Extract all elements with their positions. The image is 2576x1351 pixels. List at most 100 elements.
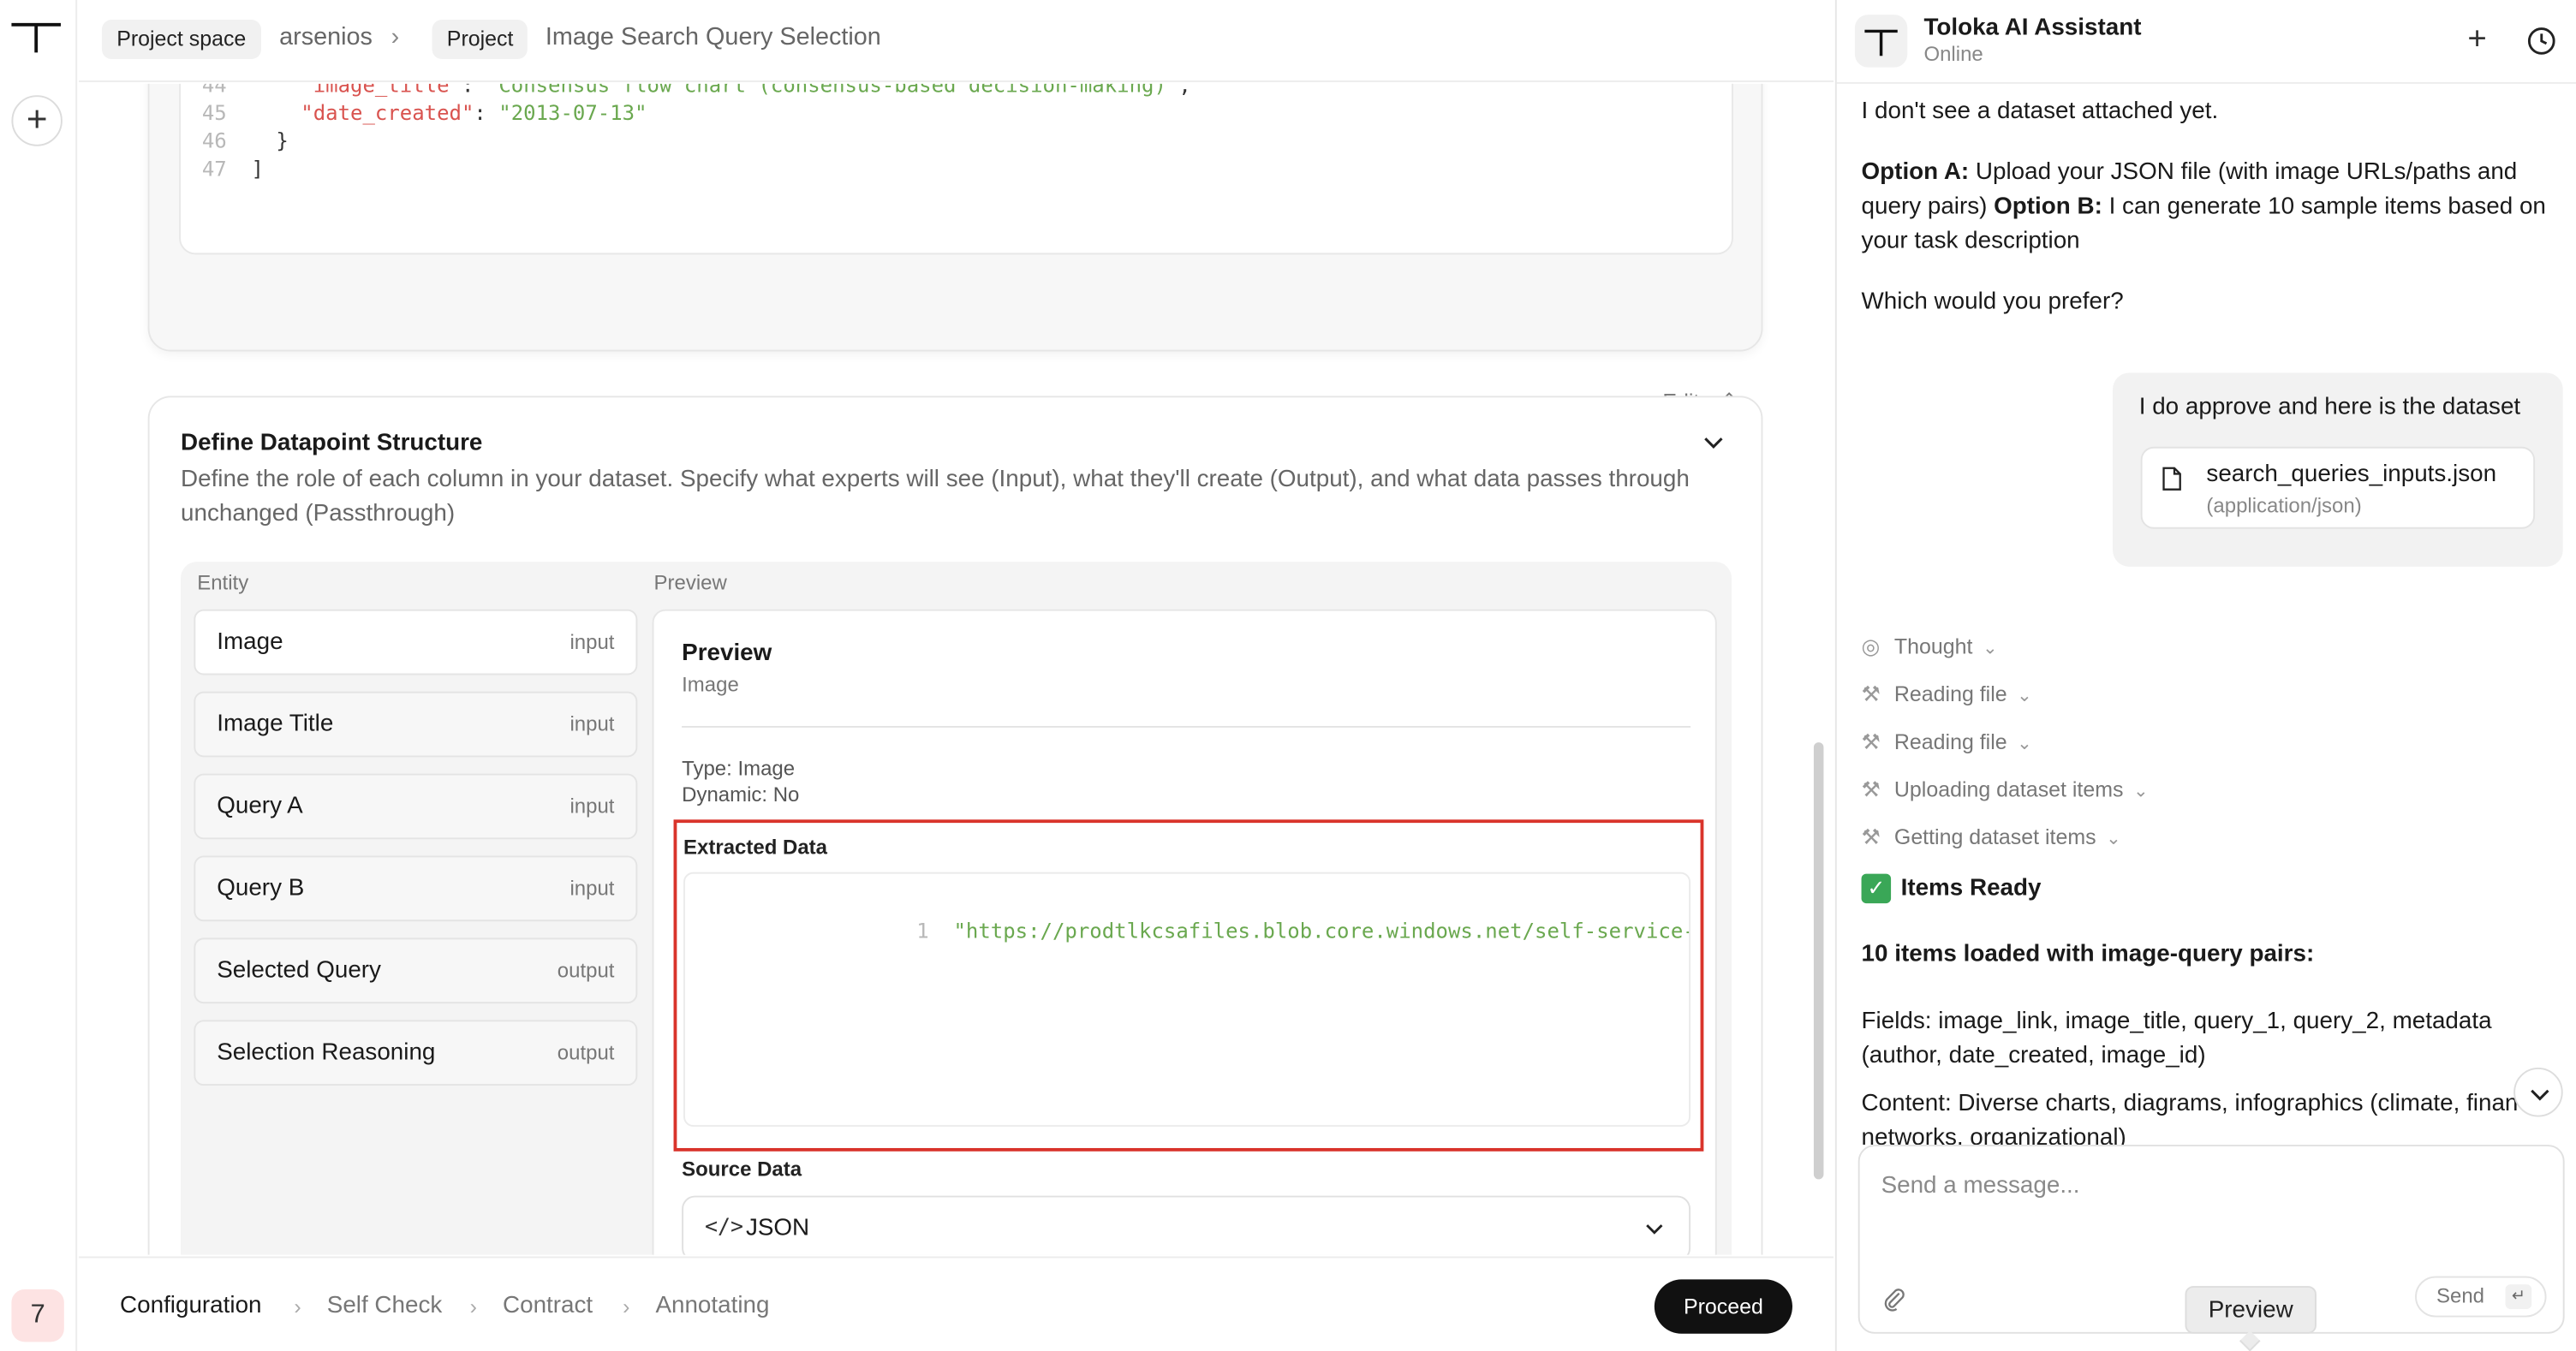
- breadcrumb-project-name: Image Search Query Selection: [545, 22, 881, 51]
- send-label: Send: [2436, 1284, 2485, 1308]
- section-title: Define Datapoint Structure: [181, 430, 483, 457]
- attachment-card[interactable]: search_queries_inputs.json (application/…: [2140, 446, 2536, 529]
- tool-step-label: Uploading dataset items: [1893, 777, 2124, 802]
- toloka-logo-icon[interactable]: [10, 16, 63, 56]
- entity-column-header: Entity: [197, 571, 249, 595]
- assistant-header: Toloka AI Assistant Online +: [1836, 0, 2576, 84]
- entity-item[interactable]: Selected Query output: [194, 937, 638, 1004]
- entity-item[interactable]: Image Title input: [194, 691, 638, 758]
- user-avatar[interactable]: 7: [11, 1289, 64, 1342]
- attachment-type: (application/json): [2206, 494, 2362, 518]
- entity-name: Image: [217, 628, 283, 656]
- tool-step[interactable]: ⚒ Getting dataset items ⌄: [1862, 824, 2121, 854]
- preview-column-header: Preview: [653, 571, 727, 595]
- new-project-button[interactable]: +: [11, 95, 63, 146]
- step-bar: Configuration › Self Check › Contract › …: [79, 1256, 1834, 1351]
- extracted-data-line: 1 "https://prodtlkcsafiles.blob.core.wind…: [685, 894, 1689, 943]
- entity-type: input: [569, 795, 615, 818]
- entity-item[interactable]: Image input: [194, 609, 638, 676]
- code-text: }: [251, 128, 289, 153]
- entity-item[interactable]: Selection Reasoning output: [194, 1020, 638, 1086]
- json-key: "date_created": [301, 100, 474, 125]
- step-separator: ›: [623, 1294, 630, 1319]
- breadcrumb-separator: ›: [391, 22, 400, 51]
- file-icon: [2162, 467, 2181, 491]
- json-code-viewer: 42 "image_id": "img-0005",43 "image_link…: [179, 83, 1733, 255]
- preview-tooltip: Preview: [2185, 1286, 2317, 1334]
- tool-step[interactable]: ⚒ Uploading dataset items ⌄: [1862, 777, 2149, 806]
- items-ready-title: Items Ready: [1900, 875, 2042, 902]
- datapoint-structure-card: Define Datapoint Structure Define the ro…: [147, 396, 1763, 1255]
- step-separator: ›: [469, 1294, 477, 1319]
- tool-step-label: Reading file: [1893, 681, 2007, 706]
- tool-step[interactable]: ◎ Thought ⌄: [1862, 634, 1998, 664]
- extracted-data-viewer[interactable]: 1 "https://prodtlkcsafiles.blob.core.wind…: [683, 872, 1691, 1128]
- dynamic-info: Dynamic: No: [682, 783, 800, 806]
- line-number: 45: [201, 100, 227, 125]
- assistant-message-options: Option A: Upload your JSON file (with im…: [1862, 156, 2552, 259]
- wrench-icon: ⚒: [1861, 777, 1881, 802]
- message-input[interactable]: Send a message...: [1881, 1173, 2080, 1199]
- user-message-text: I do approve and here is the dataset: [2138, 394, 2521, 421]
- enter-key-icon: ↵: [2505, 1284, 2532, 1309]
- entity-type: output: [557, 959, 615, 983]
- line-number: 47: [201, 156, 227, 182]
- entity-type: input: [569, 877, 615, 901]
- code-line: 45 "date_created": "2013-07-13": [181, 100, 647, 128]
- source-data-select[interactable]: </> JSON: [682, 1195, 1691, 1255]
- entity-item[interactable]: Query A input: [194, 773, 638, 840]
- proceed-button[interactable]: Proceed: [1654, 1279, 1792, 1334]
- assistant-name: Toloka AI Assistant: [1923, 15, 2142, 41]
- attachment-name: search_queries_inputs.json: [2206, 461, 2497, 488]
- breadcrumb-workspace[interactable]: arsenios: [279, 23, 373, 51]
- json-key: "image_title": [301, 83, 462, 98]
- breadcrumb-project[interactable]: Project: [432, 20, 528, 60]
- items-ready-heading: ✓ Items Ready: [1861, 873, 2042, 904]
- step-separator: ›: [294, 1294, 301, 1319]
- assistant-message: I don't see a dataset attached yet.: [1861, 98, 2219, 125]
- tool-step[interactable]: ⚒ Reading file ⌄: [1862, 729, 2032, 759]
- chevron-down-icon[interactable]: [1702, 431, 1725, 454]
- paperclip-icon[interactable]: [1881, 1286, 1908, 1312]
- items-loaded-text: 10 items loaded with image-query pairs:: [1861, 941, 2315, 967]
- step-configuration[interactable]: Configuration: [120, 1293, 261, 1319]
- json-value: "Consensus flow chart (consensus-based d…: [486, 83, 1179, 98]
- preview-title: Preview: [682, 640, 772, 667]
- type-info: Type: Image: [682, 757, 796, 781]
- entity-name: Selected Query: [217, 957, 381, 985]
- chevron-down-icon: ⌄: [2017, 734, 2032, 754]
- step-annotating[interactable]: Annotating: [655, 1293, 769, 1319]
- brain-icon: ◎: [1861, 634, 1881, 659]
- source-data-value: JSON: [745, 1215, 810, 1242]
- chevron-down-icon: ⌄: [2017, 686, 2032, 706]
- new-chat-button[interactable]: +: [2467, 21, 2486, 59]
- app-root: + 7 Project space arsenios › Project Ima…: [0, 0, 2576, 1351]
- extracted-data-label: Extracted Data: [683, 836, 828, 860]
- code-line: 46 }: [181, 128, 289, 157]
- check-icon: ✓: [1861, 873, 1892, 904]
- option-a-label: Option A:: [1861, 159, 1970, 186]
- line-number: 1: [916, 918, 929, 943]
- step-contract[interactable]: Contract: [503, 1293, 593, 1319]
- main-content: 42 "image_id": "img-0005",43 "image_link…: [79, 83, 1834, 1255]
- entity-item[interactable]: Query B input: [194, 855, 638, 922]
- wrench-icon: ⚒: [1861, 681, 1881, 706]
- dataset-json-card: 42 "image_id": "img-0005",43 "image_link…: [147, 83, 1763, 414]
- scroll-down-button[interactable]: [2513, 1067, 2563, 1117]
- history-clock-icon[interactable]: [2526, 27, 2556, 57]
- code-text: ]: [251, 156, 264, 182]
- chevron-down-icon: ⌄: [1982, 639, 1998, 659]
- main-scrollbar[interactable]: [1813, 742, 1824, 1180]
- assistant-status: Online: [1923, 42, 1983, 66]
- breadcrumb-project-space[interactable]: Project space: [101, 20, 261, 60]
- tool-step-label: Thought: [1893, 634, 1973, 659]
- fields-text: Fields: image_link, image_title, query_1…: [1861, 1008, 2492, 1069]
- assistant-avatar: [1854, 15, 1908, 68]
- json-punct: ,: [1178, 83, 1191, 98]
- send-button[interactable]: Send ↵: [2415, 1276, 2547, 1318]
- entity-type: input: [569, 712, 615, 736]
- tool-step[interactable]: ⚒ Reading file ⌄: [1862, 681, 2032, 711]
- step-self-check[interactable]: Self Check: [327, 1293, 443, 1319]
- preview-pane: Preview Image Type: Image Dynamic: No Ex…: [652, 609, 1717, 1255]
- extracted-value: "https://prodtlkcsafiles.blob.core.windo…: [953, 918, 1689, 943]
